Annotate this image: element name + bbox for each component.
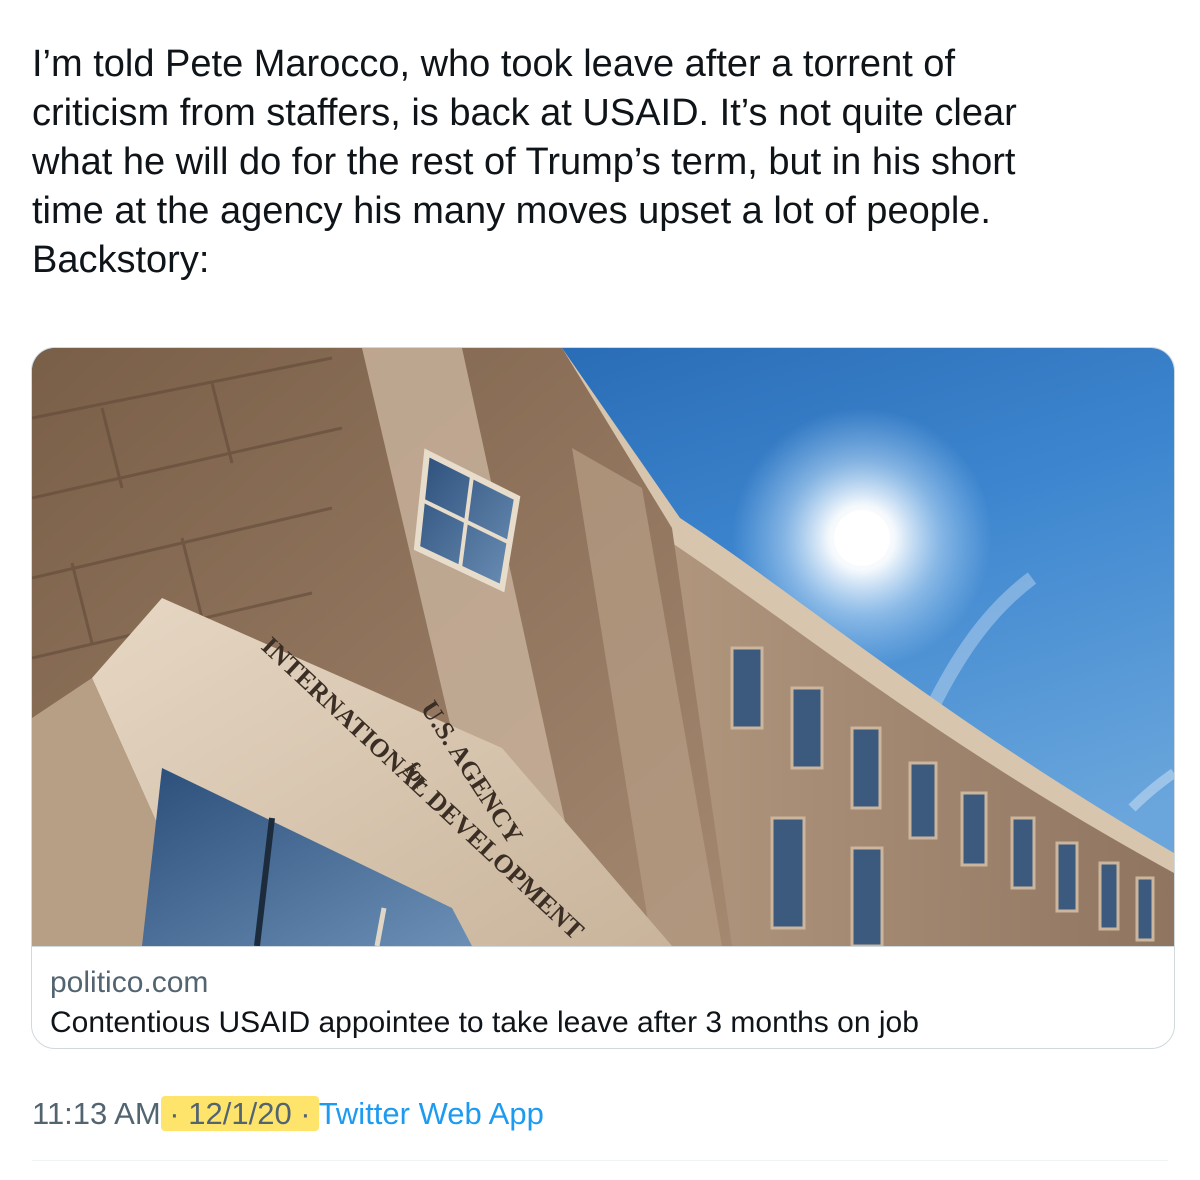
separator-dot: · xyxy=(160,1096,189,1131)
tweet: I’m told Pete Marocco, who took leave af… xyxy=(0,0,1200,1180)
tweet-date[interactable]: 12/1/20 xyxy=(188,1096,291,1131)
tweet-text-line: what he will do for the rest of Trump’s … xyxy=(32,141,1016,183)
divider xyxy=(32,1160,1168,1161)
tweet-time[interactable]: 11:13 AM xyxy=(32,1096,161,1131)
link-preview-meta[interactable]: politico.com Contentious USAID appointee… xyxy=(32,946,1174,1048)
link-preview-card[interactable]: U.S. AGENCY for INTERNATIONAL DEVELOPMEN… xyxy=(31,347,1175,1049)
link-preview-image[interactable]: U.S. AGENCY for INTERNATIONAL DEVELOPMEN… xyxy=(32,348,1174,946)
tweet-text: I’m told Pete Marocco, who took leave af… xyxy=(32,40,1162,285)
tweet-source-link[interactable]: Twitter Web App xyxy=(319,1096,544,1131)
link-preview-domain: politico.com xyxy=(50,966,209,999)
tweet-text-line: criticism from staffers, is back at USAI… xyxy=(32,92,1017,134)
tweet-footer: 11:13 AM · 12/1/20 · Twitter Web App xyxy=(32,1094,544,1134)
tweet-text-line: I’m told Pete Marocco, who took leave af… xyxy=(32,43,956,85)
highlighted-date: · 12/1/20 · xyxy=(160,1096,319,1131)
link-preview-title: Contentious USAID appointee to take leav… xyxy=(50,1006,919,1039)
separator-dot: · xyxy=(291,1096,319,1131)
tweet-text-line: time at the agency his many moves upset … xyxy=(32,190,991,232)
tweet-text-line: Backstory: xyxy=(32,239,210,281)
